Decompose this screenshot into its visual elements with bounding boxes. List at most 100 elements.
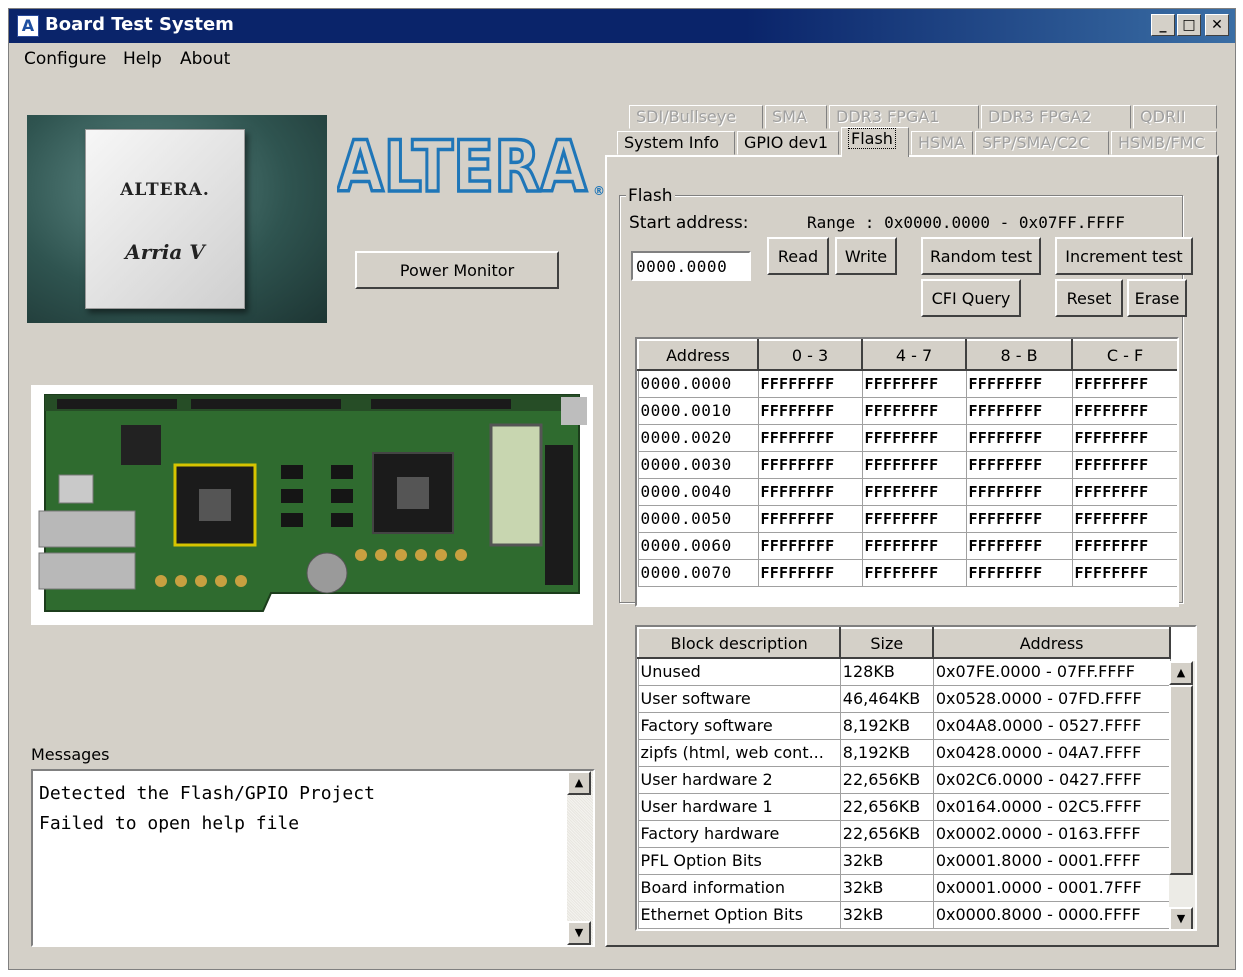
table-row[interactable]: 0000.0030 FFFFFFFF FFFFFFFF FFFFFFFF FFFFFFF… <box>637 450 1177 479</box>
table-cell: FFFFFFFF <box>861 396 967 425</box>
cfi-query-button[interactable]: CFI Query <box>921 279 1021 317</box>
table-row[interactable]: 0000.0020 FFFFFFFF FFFFFFFF FFFFFFFF FFFFFFF… <box>637 423 1177 452</box>
flash-group-title: Flash <box>626 186 675 206</box>
scroll-up-arrow-icon[interactable]: ▲ <box>1169 661 1193 685</box>
table-cell: FFFFFFFF <box>861 558 967 587</box>
write-button[interactable]: Write <box>835 237 897 275</box>
increment-test-button[interactable]: Increment test <box>1055 237 1193 275</box>
messages-textarea[interactable]: Detected the Flash/GPIO Project Failed t… <box>31 769 595 947</box>
start-address-label: Start address: <box>629 213 749 233</box>
tab-qdrii[interactable]: QDRII <box>1133 105 1217 129</box>
close-button[interactable]: ✕ <box>1205 14 1229 36</box>
block-table-column-header[interactable]: Size <box>839 627 935 659</box>
table-cell: 0x0001.0000 - 0001.7FFF <box>932 873 1171 902</box>
read-button[interactable]: Read <box>767 237 829 275</box>
scrollbar-thumb[interactable] <box>1169 685 1193 875</box>
table-cell: FFFFFFFF <box>1071 531 1177 560</box>
maximize-button[interactable]: □ <box>1177 14 1201 36</box>
table-row[interactable]: Ethernet Option Bits 32kB 0x0000.8000 - 00… <box>637 900 1171 929</box>
table-row[interactable]: 0000.0000 FFFFFFFF FFFFFFFF FFFFFFFF FFFFFFF… <box>637 369 1177 398</box>
fpga-chip-image: ALTERA. Arria V <box>27 115 327 323</box>
reset-button[interactable]: Reset <box>1055 279 1123 317</box>
memory-table-column-header[interactable]: Address <box>637 339 759 371</box>
scroll-up-arrow-icon[interactable]: ▲ <box>567 771 591 795</box>
memory-dump-table[interactable]: Address 0 - 34 - 78 - BC - F 0000.0000 FFF… <box>635 337 1179 607</box>
table-cell: 0x04A8.0000 - 0527.FFFF <box>932 711 1171 740</box>
block-table-scrollbar[interactable]: ▲ ▼ <box>1169 661 1195 929</box>
table-cell: FFFFFFFF <box>965 504 1073 533</box>
memory-table-column-header[interactable]: 4 - 7 <box>861 339 967 371</box>
window-title: Board Test System <box>45 14 234 35</box>
minimize-button[interactable]: _ <box>1151 14 1175 36</box>
table-row[interactable]: 0000.0050 FFFFFFFF FFFFFFFF FFFFFFFF FFFFFFF… <box>637 504 1177 533</box>
messages-scrollbar[interactable]: ▲ ▼ <box>567 771 593 945</box>
table-cell: 0000.0000 <box>637 369 759 398</box>
table-cell: FFFFFFFF <box>965 450 1073 479</box>
table-cell: 0x0001.8000 - 0001.FFFF <box>932 846 1171 875</box>
menu-about[interactable]: About <box>180 49 230 69</box>
tab-ddr3-fpga1[interactable]: DDR3 FPGA1 <box>829 105 979 129</box>
tab-sma[interactable]: SMA <box>765 105 827 129</box>
table-cell: 0000.0050 <box>637 504 759 533</box>
table-cell: 0000.0060 <box>637 531 759 560</box>
random-test-button[interactable]: Random test <box>921 237 1041 275</box>
table-row[interactable]: zipfs (html, web cont... 8,192KB 0x0428.00… <box>637 738 1171 767</box>
table-row[interactable]: 0000.0060 FFFFFFFF FFFFFFFF FFFFFFFF FFFFFFF… <box>637 531 1177 560</box>
table-row[interactable]: 0000.0040 FFFFFFFF FFFFFFFF FFFFFFFF FFFFFFF… <box>637 477 1177 506</box>
tab-gpio-dev1[interactable]: GPIO dev1 <box>737 131 839 155</box>
table-cell: 8,192KB <box>839 738 934 767</box>
tab-ddr3-fpga2[interactable]: DDR3 FPGA2 <box>981 105 1131 129</box>
table-row[interactable]: Board information 32kB 0x0001.0000 - 0001.… <box>637 873 1171 902</box>
development-board-image <box>31 385 593 625</box>
table-cell: PFL Option Bits <box>637 846 841 875</box>
power-monitor-button[interactable]: Power Monitor <box>355 251 559 289</box>
table-row[interactable]: Factory software 8,192KB 0x04A8.0000 - 052… <box>637 711 1171 740</box>
block-table-column-header[interactable]: Address <box>932 627 1171 659</box>
menu-configure[interactable]: Configure <box>24 49 106 69</box>
table-row[interactable]: PFL Option Bits 32kB 0x0001.8000 - 0001.FF… <box>637 846 1171 875</box>
table-row[interactable]: User hardware 1 22,656KB 0x0164.0000 - 02C… <box>637 792 1171 821</box>
table-cell: 0x07FE.0000 - 07FF.FFFF <box>932 657 1171 686</box>
table-row[interactable]: Unused 128KB 0x07FE.0000 - 07FF.FFFF <box>637 657 1171 686</box>
memory-table-column-header[interactable]: 8 - B <box>965 339 1073 371</box>
erase-button[interactable]: Erase <box>1127 279 1187 317</box>
tab-system-info[interactable]: System Info <box>617 131 735 155</box>
block-table-column-header[interactable]: Block description <box>637 627 842 659</box>
menu-help[interactable]: Help <box>123 49 162 69</box>
tab-hsma[interactable]: HSMA <box>911 131 973 155</box>
table-cell: FFFFFFFF <box>1071 423 1177 452</box>
scroll-down-arrow-icon[interactable]: ▼ <box>1169 907 1193 929</box>
table-row[interactable]: Factory hardware 22,656KB 0x0002.0000 - 01… <box>637 819 1171 848</box>
table-cell: Factory software <box>637 711 841 740</box>
tab-sdi-bullseye[interactable]: SDI/Bullseye <box>629 105 763 129</box>
table-cell: FFFFFFFF <box>1071 396 1177 425</box>
table-cell: FFFFFFFF <box>757 504 863 533</box>
table-cell: FFFFFFFF <box>757 369 863 398</box>
table-cell: FFFFFFFF <box>757 531 863 560</box>
scroll-down-arrow-icon[interactable]: ▼ <box>567 921 591 945</box>
table-cell: FFFFFFFF <box>757 558 863 587</box>
table-cell: FFFFFFFF <box>965 558 1073 587</box>
board-test-window: A Board Test System _ □ ✕ Configure Help… <box>8 8 1236 970</box>
table-cell: 0x02C6.0000 - 0427.FFFF <box>932 765 1171 794</box>
table-row[interactable]: User hardware 2 22,656KB 0x02C6.0000 - 042… <box>637 765 1171 794</box>
table-row[interactable]: 0000.0070 FFFFFFFF FFFFFFFF FFFFFFFF FFFFFFF… <box>637 558 1177 587</box>
table-cell: Unused <box>637 657 841 686</box>
table-cell: 0000.0040 <box>637 477 759 506</box>
table-row[interactable]: 0000.0010 FFFFFFFF FFFFFFFF FFFFFFFF FFFFFFF… <box>637 396 1177 425</box>
table-row[interactable]: User software 46,464KB 0x0528.0000 - 07FD.… <box>637 684 1171 713</box>
block-description-table[interactable]: Block description Size Address Unused 128KB… <box>635 625 1197 931</box>
title-bar[interactable]: A Board Test System _ □ ✕ <box>9 9 1235 43</box>
tab-flash[interactable]: Flash <box>841 127 909 157</box>
memory-table-column-header[interactable]: C - F <box>1071 339 1177 371</box>
memory-table-column-header[interactable]: 0 - 3 <box>757 339 863 371</box>
tab-sfp-sma-c2c[interactable]: SFP/SMA/C2C <box>975 131 1109 155</box>
table-cell: FFFFFFFF <box>965 423 1073 452</box>
tab-hsmb-fmc[interactable]: HSMB/FMC <box>1111 131 1217 155</box>
table-cell: 0x0528.0000 - 07FD.FFFF <box>932 684 1171 713</box>
start-address-input[interactable]: 0000.0000 <box>631 251 751 281</box>
table-cell: 0000.0020 <box>637 423 759 452</box>
table-cell: 0x0428.0000 - 04A7.FFFF <box>932 738 1171 767</box>
table-cell: FFFFFFFF <box>757 423 863 452</box>
table-cell: 0x0002.0000 - 0163.FFFF <box>932 819 1171 848</box>
